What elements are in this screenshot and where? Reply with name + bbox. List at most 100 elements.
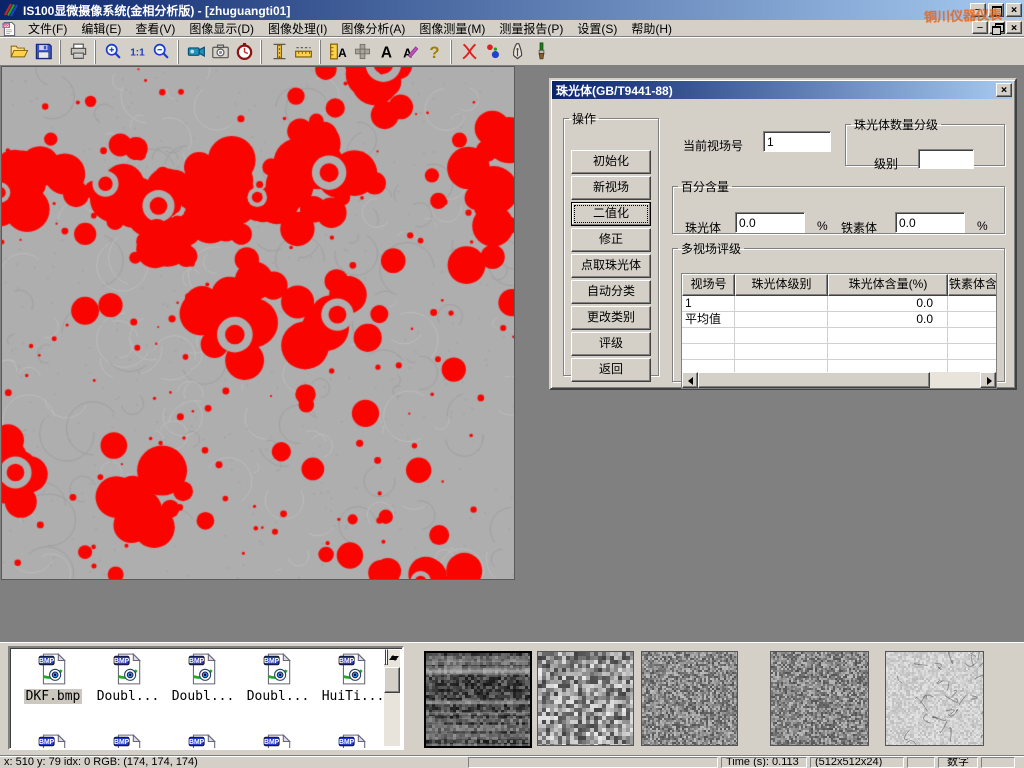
thumb-3[interactable]: [641, 651, 738, 746]
table-hscrollbar[interactable]: [682, 372, 996, 388]
table-cell-3-1: [735, 344, 828, 360]
file-item-row2-4[interactable]: BMP: [316, 733, 390, 750]
open-button[interactable]: [7, 40, 31, 64]
menu-item-5[interactable]: 图像分析(A): [334, 19, 412, 38]
thumb-2[interactable]: [537, 651, 634, 746]
minimize-button[interactable]: [970, 3, 986, 17]
hscroll-left-button[interactable]: [682, 372, 698, 388]
pearlite-percent-input[interactable]: [735, 212, 805, 233]
svg-text:BMP: BMP: [264, 658, 280, 665]
menu-item-6[interactable]: 图像测量(M): [412, 19, 492, 38]
caliper-button[interactable]: [267, 40, 291, 64]
table-cell-1-3: [948, 312, 997, 328]
close-button[interactable]: [1006, 3, 1022, 17]
video-camera-button[interactable]: [184, 40, 208, 64]
thumb-1[interactable]: [424, 651, 532, 748]
table-row-2[interactable]: [682, 328, 996, 344]
menu-item-9[interactable]: 帮助(H): [624, 19, 679, 38]
file-item-row2-2[interactable]: BMP: [166, 733, 240, 750]
op-button-8[interactable]: 返回: [571, 358, 651, 382]
menu-item-7[interactable]: 测量报告(P): [492, 19, 570, 38]
hscroll-thumb[interactable]: [698, 372, 930, 388]
file-item-3[interactable]: BMPDoubl...: [241, 652, 315, 704]
document-icon: DOC: [2, 21, 17, 36]
mdi-minimize-button[interactable]: [972, 21, 988, 34]
zoom-in-button[interactable]: [101, 40, 125, 64]
help-button[interactable]: ?: [422, 40, 446, 64]
annotate-button[interactable]: A: [398, 40, 422, 64]
menu-item-0[interactable]: 文件(F): [21, 19, 74, 38]
table-cell-0-2: 0.0: [828, 296, 948, 312]
brush-button[interactable]: [529, 40, 553, 64]
op-button-3[interactable]: 修正: [571, 228, 651, 252]
op-button-1[interactable]: 新视场: [571, 176, 651, 200]
print-button[interactable]: [66, 40, 90, 64]
svg-text:A: A: [380, 44, 391, 61]
op-button-2[interactable]: 二值化: [571, 202, 651, 226]
measure-text-button[interactable]: A: [326, 40, 350, 64]
thumb-5[interactable]: [885, 651, 984, 746]
zoom-out-button[interactable]: [149, 40, 173, 64]
menu-item-1[interactable]: 编辑(E): [74, 19, 128, 38]
table-cell-0-3: [948, 296, 997, 312]
actual-size-button[interactable]: 1:1: [125, 40, 149, 64]
multifield-legend: 多视场评级: [678, 240, 744, 257]
file-item-0[interactable]: BMPDKF.bmp: [16, 652, 90, 704]
op-button-0[interactable]: 初始化: [571, 150, 651, 174]
curve-tool-button[interactable]: [457, 40, 481, 64]
micrograph-image[interactable]: [2, 67, 514, 579]
op-button-4[interactable]: 点取珠光体: [571, 254, 651, 278]
table-col-0[interactable]: 视场号: [682, 274, 735, 296]
file-item-row2-1[interactable]: BMP: [91, 733, 165, 750]
file-item-4[interactable]: BMPHuiTi...: [316, 652, 390, 704]
grid-button[interactable]: [350, 40, 374, 64]
pen-button[interactable]: [505, 40, 529, 64]
file-item-1[interactable]: BMPDoubl...: [91, 652, 165, 704]
maximize-button[interactable]: [988, 3, 1004, 17]
grade-input[interactable]: [918, 149, 974, 169]
dialog-title-bar[interactable]: 珠光体(GB/T9441-88): [552, 81, 1012, 99]
table-row-1[interactable]: 平均值0.0: [682, 312, 996, 328]
hscroll-right-button[interactable]: [980, 372, 996, 388]
table-row-3[interactable]: [682, 344, 996, 360]
help-icon: ?: [429, 43, 439, 61]
table-col-2[interactable]: 珠光体含量(%): [828, 274, 948, 296]
table-col-3[interactable]: 铁素体含量(%): [948, 274, 997, 296]
file-item-2[interactable]: BMPDoubl...: [166, 652, 240, 704]
op-button-7[interactable]: 评级: [571, 332, 651, 356]
file-vscrollbar[interactable]: [384, 650, 400, 746]
pearlite-percent-unit: %: [817, 219, 828, 233]
rating-table[interactable]: 视场号珠光体级别珠光体含量(%)铁素体含量(%) 10.0平均值0.0: [681, 273, 997, 389]
op-button-5[interactable]: 自动分类: [571, 280, 651, 304]
particles-button[interactable]: [481, 40, 505, 64]
vscroll-thumb[interactable]: [384, 667, 400, 693]
file-item-row2-0[interactable]: BMP: [16, 733, 90, 750]
save-button[interactable]: [31, 40, 55, 64]
grade-group: 珠光体数量分级 级别: [845, 116, 1005, 166]
mdi-close-button[interactable]: [1006, 21, 1022, 34]
svg-text:DOC: DOC: [3, 23, 11, 27]
table-cell-3-3: [948, 344, 997, 360]
ferrite-percent-input[interactable]: [895, 212, 965, 233]
ruler-button[interactable]: [291, 40, 315, 64]
menu-item-8[interactable]: 设置(S): [570, 19, 624, 38]
menu-item-4[interactable]: 图像处理(I): [261, 19, 334, 38]
mdi-restore-button[interactable]: [989, 21, 1005, 34]
menu-item-3[interactable]: 图像显示(D): [182, 19, 261, 38]
dialog-close-button[interactable]: [996, 83, 1012, 97]
table-row-0[interactable]: 10.0: [682, 296, 996, 312]
thumb-4[interactable]: [770, 651, 869, 746]
toolbar-group-1: [60, 40, 93, 64]
file-label-1: Doubl...: [95, 689, 162, 704]
table-col-1[interactable]: 珠光体级别: [735, 274, 828, 296]
vscroll-down-button[interactable]: [386, 649, 388, 665]
file-item-row2-3[interactable]: BMP: [241, 733, 315, 750]
menu-item-2[interactable]: 查看(V): [128, 19, 182, 38]
camera-button[interactable]: [208, 40, 232, 64]
timer-button[interactable]: [232, 40, 256, 64]
current-field-input[interactable]: [763, 131, 831, 152]
toolbar-group-4: [261, 40, 318, 64]
text-button[interactable]: A: [374, 40, 398, 64]
svg-text:BMP: BMP: [189, 739, 205, 746]
op-button-6[interactable]: 更改类别: [571, 306, 651, 330]
